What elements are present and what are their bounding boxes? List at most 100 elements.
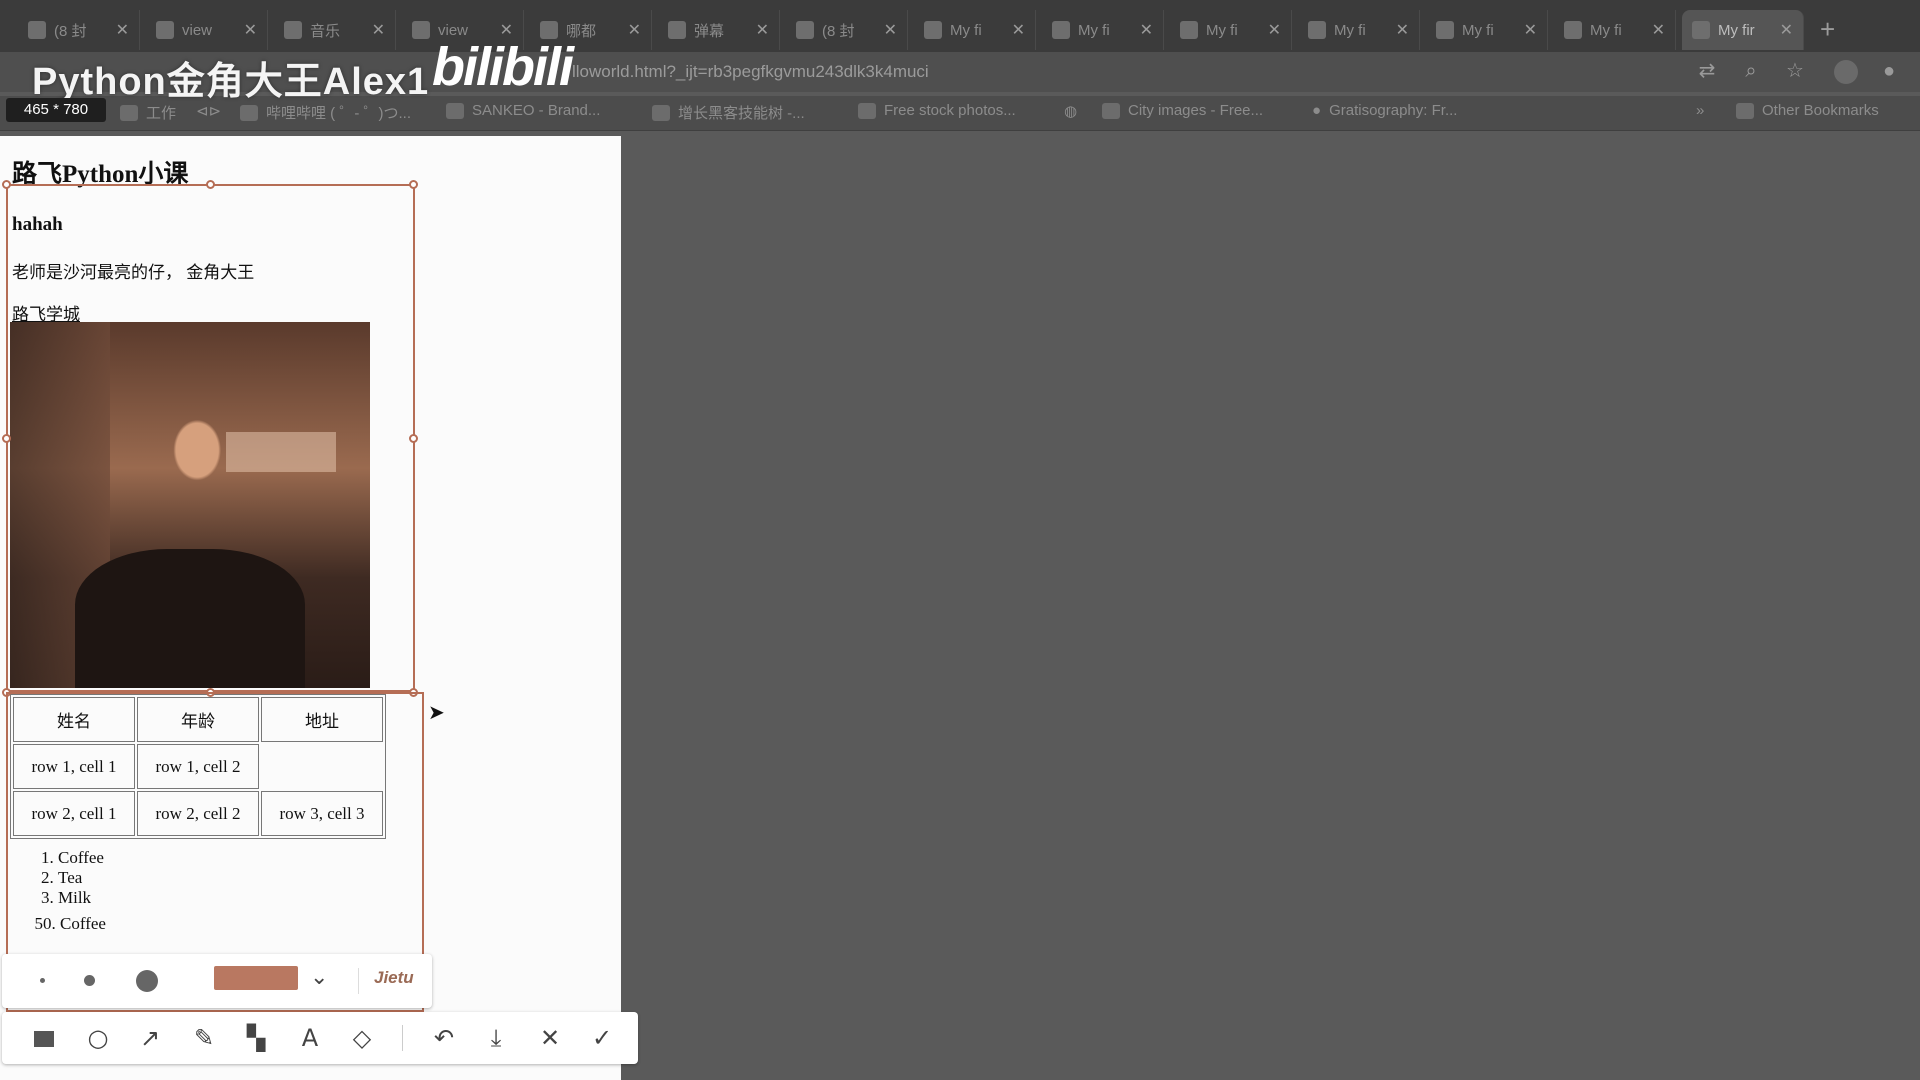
bookmark-sankeo[interactable]: SANKEO - Brand... bbox=[446, 102, 600, 119]
tab-8[interactable]: My fi ✕ bbox=[914, 10, 1036, 50]
list-item: Coffee bbox=[60, 914, 106, 934]
mouse-cursor-icon: ➤ bbox=[428, 702, 445, 724]
text-icon[interactable]: A bbox=[294, 1022, 326, 1054]
cancel-icon[interactable]: ✕ bbox=[534, 1022, 566, 1054]
bookmark-gratisography[interactable]: ● Gratisography: Fr... bbox=[1312, 102, 1457, 119]
list-item: Coffee bbox=[58, 848, 104, 868]
table-cell: row 2, cell 2 bbox=[137, 791, 259, 836]
bilibili-logo: bilibili bbox=[432, 37, 574, 97]
photo-highlight bbox=[226, 431, 336, 472]
bookmark-site-icon bbox=[652, 104, 670, 121]
close-icon[interactable]: ✕ bbox=[244, 20, 257, 40]
folder-icon bbox=[1736, 102, 1754, 119]
content-photo bbox=[10, 322, 370, 688]
tab-active[interactable]: My fir ✕ bbox=[1682, 10, 1804, 50]
resize-handle[interactable] bbox=[2, 434, 11, 443]
ellipse-icon[interactable]: ○ bbox=[82, 1022, 114, 1054]
tab-favicon bbox=[1436, 21, 1454, 39]
tab-1[interactable]: (8 封 ✕ bbox=[18, 10, 140, 50]
bookmark-other[interactable]: Other Bookmarks bbox=[1736, 102, 1879, 119]
tab-favicon bbox=[284, 21, 302, 39]
close-icon[interactable]: ✕ bbox=[756, 20, 769, 40]
behance-icon bbox=[446, 102, 464, 119]
bookmarks-overflow[interactable]: » bbox=[1696, 102, 1704, 119]
close-icon[interactable]: ✕ bbox=[116, 20, 129, 40]
profile-icon[interactable] bbox=[1834, 60, 1858, 84]
arrow-icon[interactable]: ↗ bbox=[134, 1022, 166, 1054]
bookmark-city[interactable]: City images - Free... bbox=[1102, 102, 1263, 119]
tab-10[interactable]: My fi ✕ bbox=[1170, 10, 1292, 50]
bookmark-growth[interactable]: 增长黑客技能树 -... bbox=[652, 102, 805, 123]
tab-2[interactable]: view ✕ bbox=[146, 10, 268, 50]
resize-handle[interactable] bbox=[409, 434, 418, 443]
tab-favicon bbox=[156, 21, 174, 39]
list-item: Milk bbox=[58, 888, 104, 908]
resize-handle[interactable] bbox=[206, 180, 215, 189]
rectangle-icon[interactable] bbox=[28, 1022, 60, 1054]
bilibili-icon bbox=[240, 104, 258, 121]
tab-11[interactable]: My fi ✕ bbox=[1298, 10, 1420, 50]
tab-13[interactable]: My fi ✕ bbox=[1554, 10, 1676, 50]
tab-favicon bbox=[412, 21, 430, 39]
mosaic-icon[interactable]: ▚ bbox=[240, 1022, 272, 1054]
table-cell: row 2, cell 1 bbox=[13, 791, 135, 836]
extension-icon[interactable]: ● bbox=[1876, 58, 1902, 84]
close-icon[interactable]: ✕ bbox=[1012, 20, 1025, 40]
resize-handle[interactable] bbox=[409, 180, 418, 189]
tab-favicon bbox=[1052, 21, 1070, 39]
bookmark-pexels[interactable]: Free stock photos... bbox=[858, 102, 1016, 119]
divider bbox=[402, 1025, 403, 1051]
new-tab-icon[interactable]: + bbox=[1820, 14, 1835, 45]
table-cell: row 1, cell 2 bbox=[137, 744, 259, 789]
tab-favicon bbox=[1180, 21, 1198, 39]
channel-watermark: Python金角大王Alex1 bbox=[32, 61, 430, 103]
close-icon[interactable]: ✕ bbox=[1396, 20, 1409, 40]
translate-icon[interactable]: ⇄ bbox=[1694, 58, 1720, 84]
pen-icon[interactable]: ✎ bbox=[188, 1022, 220, 1054]
close-icon[interactable]: ✕ bbox=[1652, 20, 1665, 40]
url-text[interactable]: lloworld.html?_ijt=rb3pegfkgvmu243dlk3k4… bbox=[572, 62, 929, 82]
color-swatch[interactable] bbox=[214, 966, 298, 990]
eraser-icon[interactable]: ◇ bbox=[346, 1022, 378, 1054]
resize-handle[interactable] bbox=[2, 688, 11, 697]
undo-icon[interactable]: ↶ bbox=[428, 1022, 460, 1054]
confirm-icon[interactable]: ✓ bbox=[586, 1022, 618, 1054]
tab-7[interactable]: (8 封 ✕ bbox=[786, 10, 908, 50]
star-icon[interactable]: ☆ bbox=[1782, 58, 1808, 84]
data-table: 姓名 年龄 地址 row 1, cell 1 row 1, cell 2 row… bbox=[10, 694, 386, 839]
pexels-icon bbox=[858, 102, 876, 119]
page-heading: 路飞Python小课 bbox=[12, 161, 189, 188]
brush-size-large[interactable] bbox=[136, 970, 158, 992]
table-header-cell: 年龄 bbox=[137, 697, 259, 742]
close-icon[interactable]: ✕ bbox=[884, 20, 897, 40]
tab-favicon bbox=[796, 21, 814, 39]
brush-size-medium[interactable] bbox=[84, 975, 95, 986]
resize-handle[interactable] bbox=[2, 180, 11, 189]
bookmark-world-icon-item[interactable]: ◍ bbox=[1064, 102, 1077, 120]
chevron-down-icon[interactable]: ⌄ bbox=[310, 964, 328, 990]
tab-favicon bbox=[924, 21, 942, 39]
close-icon[interactable]: ✕ bbox=[628, 20, 641, 40]
close-icon[interactable]: ✕ bbox=[1780, 20, 1793, 40]
tab-3[interactable]: 音乐 ✕ bbox=[274, 10, 396, 50]
zoom-icon[interactable]: ⌕ bbox=[1738, 58, 1764, 84]
close-icon[interactable]: ✕ bbox=[1268, 20, 1281, 40]
tab-6[interactable]: 弹幕 ✕ bbox=[658, 10, 780, 50]
folder-icon bbox=[120, 104, 138, 121]
download-icon[interactable]: ⤓ bbox=[480, 1022, 512, 1054]
brush-size-small[interactable] bbox=[40, 978, 45, 983]
resize-handle[interactable] bbox=[409, 688, 418, 697]
close-icon[interactable]: ✕ bbox=[372, 20, 385, 40]
close-icon[interactable]: ✕ bbox=[1140, 20, 1153, 40]
tab-favicon bbox=[1564, 21, 1582, 39]
bookmark-bilibili[interactable]: 哔哩哔哩 ( ゜- ゜)つ... bbox=[240, 102, 411, 123]
resize-handle[interactable] bbox=[206, 688, 215, 697]
bookmark-work[interactable]: 工作 bbox=[120, 102, 176, 123]
table-cell: row 3, cell 3 bbox=[261, 791, 383, 836]
tab-12[interactable]: My fi ✕ bbox=[1426, 10, 1548, 50]
tab-9[interactable]: My fi ✕ bbox=[1042, 10, 1164, 50]
page-viewport: 路飞Python小课 hahah 老师是沙河最亮的仔， 金角大王 路飞学城 姓名… bbox=[0, 136, 621, 1080]
ordered-list: Coffee Tea Milk bbox=[18, 848, 104, 908]
close-icon[interactable]: ✕ bbox=[1524, 20, 1537, 40]
dot-icon: ● bbox=[1312, 102, 1322, 119]
